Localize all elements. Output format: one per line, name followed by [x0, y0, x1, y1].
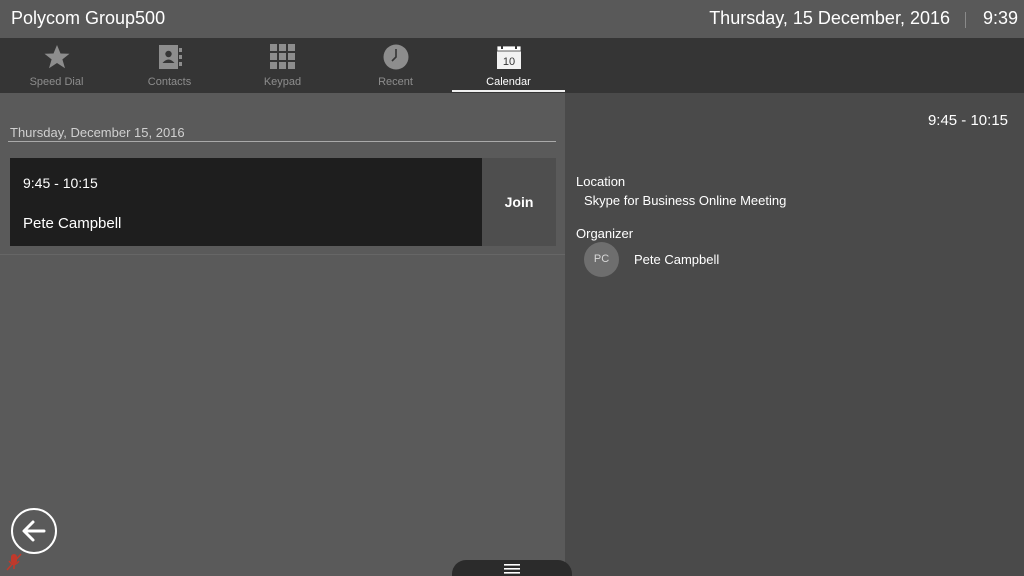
calendar-icon: 10: [496, 44, 521, 69]
divider: [965, 12, 966, 28]
drawer-handle[interactable]: [452, 560, 572, 576]
tab-speed-dial[interactable]: Speed Dial: [0, 38, 113, 93]
divider: [0, 254, 565, 255]
calendar-icon-day: 10: [502, 56, 514, 68]
organizer-label: Organizer: [576, 226, 634, 241]
join-button[interactable]: Join: [482, 158, 556, 246]
star-icon: [44, 45, 69, 69]
meeting-time: 9:45 - 10:15: [23, 175, 98, 191]
keypad-icon: [269, 44, 295, 69]
tab-label: Speed Dial: [29, 76, 84, 88]
tab-bar: Speed Dial Contacts Keypad Recent 10 Cal…: [0, 38, 1024, 93]
back-button[interactable]: [11, 508, 57, 554]
tab-contacts[interactable]: Contacts: [113, 38, 226, 93]
tab-label: Contacts: [147, 76, 192, 88]
tab-label: Keypad: [263, 76, 302, 88]
meeting-details-panel: 9:45 - 10:15 Location Skype for Business…: [565, 93, 1024, 576]
location-label: Location: [576, 174, 626, 189]
back-arrow-icon: [22, 520, 46, 542]
tab-calendar[interactable]: 10 Calendar: [452, 38, 565, 93]
location-value: Skype for Business Online Meeting: [584, 193, 787, 208]
calendar-date-heading: Thursday, December 15, 2016: [10, 125, 185, 140]
tab-label: Calendar: [486, 76, 531, 88]
tab-label: Recent: [378, 76, 413, 88]
menu-icon: [504, 564, 520, 574]
details-time: 9:45 - 10:15: [927, 112, 1008, 129]
contacts-icon: [158, 45, 182, 69]
tab-keypad[interactable]: Keypad: [226, 38, 339, 93]
divider: [8, 141, 556, 142]
avatar: PC: [584, 242, 619, 277]
current-date: Thursday, 15 December, 2016: [709, 8, 950, 28]
status-bar: Polycom Group500 Thursday, 15 December, …: [0, 0, 1024, 38]
clock-icon: [383, 44, 408, 70]
meeting-organizer: Pete Campbell: [23, 215, 122, 232]
app-title: Polycom Group500: [11, 8, 166, 28]
mic-muted-icon: [6, 553, 22, 571]
meeting-list-panel: Thursday, December 15, 2016 9:45 - 10:15…: [0, 93, 565, 576]
current-time: 9:39: [982, 8, 1018, 28]
meeting-item[interactable]: 9:45 - 10:15 Pete Campbell: [10, 158, 482, 246]
tab-recent[interactable]: Recent: [339, 38, 452, 93]
organizer-name: Pete Campbell: [634, 252, 720, 267]
